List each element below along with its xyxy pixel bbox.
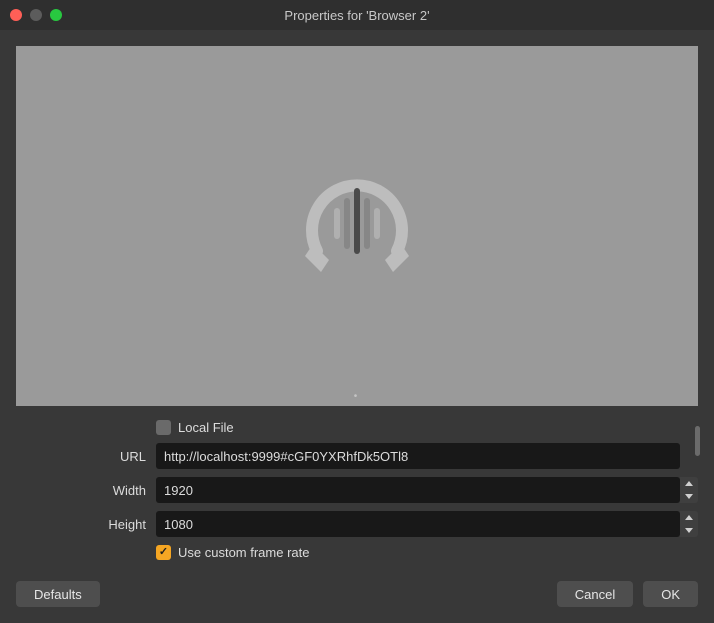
- width-stepper: [680, 477, 698, 503]
- defaults-button[interactable]: Defaults: [16, 581, 100, 607]
- local-file-label: Local File: [178, 420, 234, 435]
- chevron-up-icon: [685, 481, 693, 486]
- url-label: URL: [16, 449, 156, 464]
- height-stepper: [680, 511, 698, 537]
- height-step-down[interactable]: [680, 524, 698, 537]
- window-controls: [0, 9, 62, 21]
- url-input[interactable]: [156, 443, 680, 469]
- custom-frame-rate-checkbox[interactable]: ✓: [156, 545, 171, 560]
- window-title: Properties for 'Browser 2': [0, 8, 714, 23]
- custom-frame-rate-label: Use custom frame rate: [178, 545, 310, 560]
- obs-logo-icon: [287, 156, 427, 296]
- width-step-down[interactable]: [680, 490, 698, 503]
- height-input[interactable]: [156, 511, 680, 537]
- chevron-up-icon: [685, 515, 693, 520]
- close-window-button[interactable]: [10, 9, 22, 21]
- preview-area: •: [16, 46, 698, 406]
- properties-form: Local File URL Width: [16, 420, 698, 560]
- width-label: Width: [16, 483, 156, 498]
- maximize-window-button[interactable]: [50, 9, 62, 21]
- local-file-checkbox[interactable]: [156, 420, 171, 435]
- cancel-button[interactable]: Cancel: [557, 581, 633, 607]
- titlebar: Properties for 'Browser 2': [0, 0, 714, 30]
- scrollbar-thumb[interactable]: [695, 426, 700, 456]
- ok-button[interactable]: OK: [643, 581, 698, 607]
- width-step-up[interactable]: [680, 477, 698, 490]
- chevron-down-icon: [685, 494, 693, 499]
- dialog-footer: Defaults Cancel OK: [16, 581, 698, 607]
- width-input[interactable]: [156, 477, 680, 503]
- preview-pager: •: [16, 391, 698, 402]
- chevron-down-icon: [685, 528, 693, 533]
- height-step-up[interactable]: [680, 511, 698, 524]
- height-label: Height: [16, 517, 156, 532]
- minimize-window-button[interactable]: [30, 9, 42, 21]
